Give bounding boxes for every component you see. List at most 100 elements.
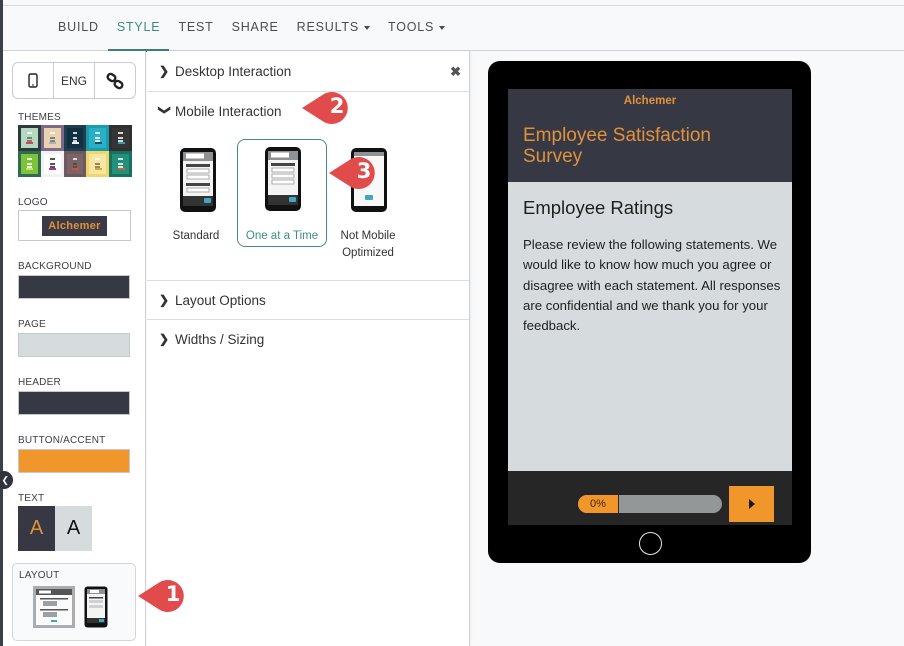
tab-tools[interactable]: TOOLS: [379, 6, 454, 51]
theme-swatch[interactable]: [40, 125, 64, 151]
one-at-a-time-mobile-icon: [265, 147, 301, 211]
survey-title: Employee Satisfaction Survey: [523, 125, 711, 167]
themes-label: THEMES: [18, 112, 61, 123]
theme-line: [49, 163, 55, 165]
survey-footer: 0%: [508, 471, 792, 525]
section-title: Widths / Sizing: [175, 331, 265, 347]
theme-preview-card: [66, 128, 84, 148]
language-button[interactable]: ENG: [54, 63, 95, 98]
widths-sizing-toggle[interactable]: ❯ Widths / Sizing: [159, 320, 264, 358]
chevron-right-icon: ❯: [159, 332, 170, 346]
theme-line: [27, 137, 32, 139]
callout-number: 1: [165, 582, 181, 606]
survey-preview-screen: Alchemer Employee Satisfaction Survey Em…: [508, 89, 792, 525]
survey-header: Alchemer Employee Satisfaction Survey: [508, 89, 792, 182]
theme-preview-card: [21, 154, 38, 174]
button-accent-label: BUTTON/ACCENT: [18, 435, 106, 446]
theme-line: [95, 137, 101, 139]
tab-test[interactable]: TEST: [169, 6, 222, 51]
theme-button: [49, 142, 57, 144]
standard-mobile-icon: [180, 148, 216, 212]
theme-line: [118, 137, 123, 139]
callout-marker-1: 1: [138, 578, 190, 614]
mobile-option-one-at-a-time[interactable]: One at a Time: [237, 139, 327, 247]
mobile-interaction-toggle[interactable]: ❯ Mobile Interaction: [158, 92, 282, 130]
chevron-right-icon: ❯: [159, 64, 170, 78]
theme-swatch[interactable]: [109, 151, 132, 177]
page-color-swatch[interactable]: [18, 333, 130, 357]
logo-picker[interactable]: Alchemer: [18, 210, 131, 241]
caret-down-icon: [439, 25, 446, 30]
theme-line: [27, 158, 32, 160]
logo-label: LOGO: [18, 197, 48, 208]
caret-down-icon: [364, 25, 370, 30]
tab-label: SHARE: [231, 20, 279, 34]
layout-options-toggle[interactable]: ❯ Layout Options: [159, 281, 266, 319]
theme-preview-card: [112, 154, 129, 174]
option-label: Not Mobile Optimized: [324, 228, 412, 262]
chevron-right-icon: ❯: [159, 293, 170, 307]
section-title: Layout Options: [175, 292, 266, 308]
style-sidebar: ❮ ENG THEMES LOGO Alchemer BACKGROUND PA…: [0, 51, 146, 646]
text-color-on-dark[interactable]: A: [18, 506, 55, 551]
page-heading: Employee Ratings: [523, 197, 674, 218]
theme-button: [71, 168, 79, 170]
callout-number: 2: [329, 94, 345, 118]
text-color-swatch[interactable]: A A: [18, 506, 92, 551]
button-accent-color-swatch[interactable]: [18, 449, 130, 473]
theme-swatch[interactable]: [40, 151, 64, 177]
background-color-swatch[interactable]: [18, 275, 130, 299]
theme-swatch[interactable]: [18, 151, 41, 177]
theme-line: [49, 132, 55, 134]
next-page-button[interactable]: [729, 486, 774, 522]
tab-build[interactable]: BUILD: [49, 6, 108, 51]
theme-button: [117, 142, 125, 144]
progress-fill: 0%: [578, 495, 619, 513]
desktop-interaction-section: ❯ Desktop Interaction ✖: [147, 51, 469, 92]
mobile-option-standard[interactable]: Standard: [151, 139, 241, 247]
theme-preview-card: [43, 128, 61, 148]
theme-line: [95, 158, 101, 160]
tab-style[interactable]: STYLE: [107, 6, 170, 52]
background-label: BACKGROUND: [18, 261, 92, 272]
theme-swatch[interactable]: [63, 151, 87, 177]
theme-swatch[interactable]: [63, 125, 87, 151]
layout-options-section: ❯ Layout Options: [147, 281, 469, 320]
theme-preview-card: [89, 154, 107, 174]
theme-swatch[interactable]: [18, 125, 41, 151]
theme-line: [72, 137, 78, 139]
intro-text: Please review the following statements. …: [523, 237, 781, 334]
theme-line: [72, 132, 78, 134]
top-navigation: BUILD STYLE TEST SHARE RESULTS TOOLS: [3, 5, 904, 52]
theme-line: [27, 163, 32, 165]
page-label: PAGE: [18, 319, 46, 330]
theme-line: [27, 132, 32, 134]
theme-preview-card: [43, 154, 61, 174]
link-button[interactable]: [95, 63, 135, 98]
device-toggle-button[interactable]: [13, 63, 54, 98]
progress-label: 0%: [590, 498, 606, 510]
theme-preview-card: [66, 154, 84, 174]
section-title: Desktop Interaction: [175, 63, 292, 79]
theme-swatch[interactable]: [86, 151, 110, 177]
layout-picker[interactable]: LAYOUT: [12, 563, 136, 641]
text-label: TEXT: [18, 493, 45, 504]
theme-preview-card: [112, 128, 129, 148]
theme-grid: [18, 125, 132, 177]
tab-share[interactable]: SHARE: [223, 6, 288, 51]
theme-swatch[interactable]: [86, 125, 110, 151]
header-color-swatch[interactable]: [18, 391, 130, 415]
collapse-sidebar-button[interactable]: ❮: [0, 471, 13, 489]
mobile-layout-icon: [84, 586, 108, 628]
theme-swatch[interactable]: [109, 125, 132, 151]
theme-line: [118, 158, 123, 160]
tab-results[interactable]: RESULTS: [288, 6, 379, 51]
text-color-on-light[interactable]: A: [55, 506, 92, 551]
callout-number: 3: [356, 159, 372, 183]
desktop-interaction-toggle[interactable]: ❯ Desktop Interaction: [159, 51, 291, 91]
option-label: One at a Time: [245, 230, 319, 242]
theme-button: [49, 168, 57, 170]
tab-label: TEST: [178, 20, 214, 34]
header-label: HEADER: [18, 377, 61, 388]
close-icon[interactable]: ✖: [450, 64, 461, 80]
